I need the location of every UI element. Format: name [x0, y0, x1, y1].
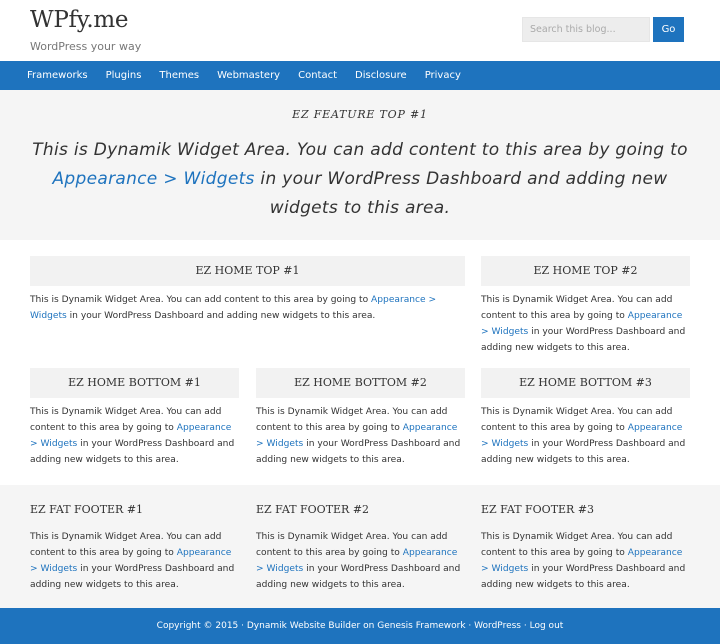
- footer-logout-link[interactable]: Log out: [530, 621, 564, 631]
- footer-copyright: Copyright © 2015 ·: [156, 621, 244, 631]
- widget-text-after: in your WordPress Dashboard and adding n…: [66, 311, 376, 321]
- home-top-1-title: EZ HOME TOP #1: [30, 256, 465, 286]
- feature-title: EZ FEATURE TOP #1: [292, 108, 428, 121]
- nav-item-privacy[interactable]: Privacy: [416, 61, 470, 90]
- nav-item-frameworks[interactable]: Frameworks: [18, 61, 97, 90]
- widget-text-before: This is Dynamik Widget Area. You can add…: [30, 295, 372, 305]
- home-bottom-1-title: EZ HOME BOTTOM #1: [30, 368, 239, 398]
- footer-framework-link[interactable]: Genesis Framework: [377, 621, 465, 631]
- home-bottom-3-text: This is Dynamik Widget Area. You can add…: [481, 404, 690, 468]
- search-input[interactable]: [522, 17, 650, 42]
- fat-footer-1-text: This is Dynamik Widget Area. You can add…: [30, 529, 239, 593]
- footer-wordpress-link[interactable]: WordPress: [474, 621, 521, 631]
- nav-item-themes[interactable]: Themes: [150, 61, 208, 90]
- feature-widgets-link[interactable]: Appearance > Widgets: [52, 169, 254, 189]
- nav-item-plugins[interactable]: Plugins: [97, 61, 151, 90]
- main-nav: Frameworks Plugins Themes Webmastery Con…: [0, 61, 720, 90]
- home-bottom-2-title: EZ HOME BOTTOM #2: [256, 368, 465, 398]
- footer-on: on: [363, 621, 375, 631]
- fat-footer-2-title: EZ FAT FOOTER #2: [256, 503, 370, 516]
- footer-separator: ·: [468, 621, 472, 631]
- home-top-1-text: This is Dynamik Widget Area. You can add…: [30, 292, 465, 324]
- site-description: WordPress your way: [30, 40, 142, 53]
- fat-footer-2-text: This is Dynamik Widget Area. You can add…: [256, 529, 465, 593]
- feature-text-after: in your WordPress Dashboard and adding n…: [254, 169, 668, 218]
- feature-top: EZ FEATURE TOP #1 This is Dynamik Widget…: [0, 90, 720, 240]
- home-top-2-title: EZ HOME TOP #2: [481, 256, 690, 286]
- feature-text-before: This is Dynamik Widget Area. You can add…: [32, 140, 688, 160]
- footer-separator: ·: [523, 621, 527, 631]
- footer-builder-link[interactable]: Dynamik Website Builder: [247, 621, 360, 631]
- home-bottom-3-title: EZ HOME BOTTOM #3: [481, 368, 690, 398]
- home-top-2-text: This is Dynamik Widget Area. You can add…: [481, 292, 690, 356]
- home-bottom-2-text: This is Dynamik Widget Area. You can add…: [256, 404, 465, 468]
- nav-item-contact[interactable]: Contact: [289, 61, 346, 90]
- site-header: WPfy.me WordPress your way Go: [0, 0, 720, 61]
- site-footer: Copyright © 2015 · Dynamik Website Build…: [0, 608, 720, 644]
- home-bottom-1-text: This is Dynamik Widget Area. You can add…: [30, 404, 239, 468]
- site-title[interactable]: WPfy.me: [30, 7, 129, 33]
- fat-footer-1-title: EZ FAT FOOTER #1: [30, 503, 144, 516]
- fat-footer-3-title: EZ FAT FOOTER #3: [481, 503, 595, 516]
- fat-footer: EZ FAT FOOTER #1 This is Dynamik Widget …: [0, 485, 720, 608]
- fat-footer-3-text: This is Dynamik Widget Area. You can add…: [481, 529, 690, 593]
- nav-item-webmastery[interactable]: Webmastery: [208, 61, 289, 90]
- nav-item-disclosure[interactable]: Disclosure: [346, 61, 416, 90]
- search-button[interactable]: Go: [653, 17, 684, 42]
- feature-text: This is Dynamik Widget Area. You can add…: [30, 136, 690, 223]
